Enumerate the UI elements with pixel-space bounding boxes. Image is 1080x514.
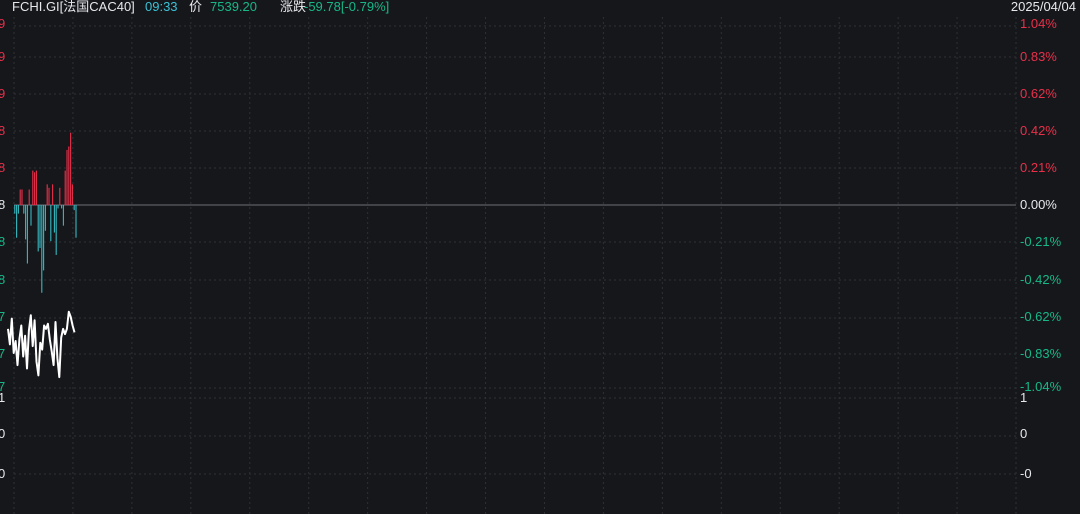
- pct-axis-label: 0.21%: [1020, 160, 1057, 175]
- volume-axis-label: 0: [1020, 426, 1028, 441]
- pct-axis-label: 0.00%: [1020, 197, 1057, 212]
- price-axis-label: 8: [0, 197, 6, 212]
- pct-axis-label: 0.42%: [1020, 123, 1057, 138]
- price-axis-label: 9: [0, 49, 6, 64]
- price-axis-label: 7: [0, 346, 6, 361]
- price-line: [7, 310, 76, 379]
- pct-axis-label: -0.42%: [1020, 272, 1062, 287]
- volume-axis-label: -0: [1020, 466, 1032, 481]
- pct-axis-label: 0.62%: [1020, 86, 1057, 101]
- intraday-chart[interactable]: [0, 0, 1080, 514]
- volume-axis-label: 0: [0, 426, 6, 441]
- pct-axis-label: -0.62%: [1020, 309, 1062, 324]
- volume-axis-label: 0: [0, 466, 6, 481]
- price-axis-label: 9: [0, 86, 6, 101]
- pct-axis-label: -0.21%: [1020, 234, 1062, 249]
- price-axis-label: 8: [0, 160, 6, 175]
- price-axis-label: 8: [0, 123, 6, 138]
- price-axis-label: 7: [0, 309, 6, 324]
- change-bars: [14, 132, 77, 293]
- volume-axis-label: 1: [0, 390, 6, 405]
- price-axis-label: 9: [0, 16, 6, 31]
- price-axis-label: 8: [0, 272, 6, 287]
- price-axis-label: 8: [0, 234, 6, 249]
- pct-axis-label: 0.83%: [1020, 49, 1057, 64]
- chart-grid: [13, 17, 1017, 514]
- pct-axis-label: 1.04%: [1020, 16, 1057, 31]
- volume-axis-label: 1: [1020, 390, 1028, 405]
- pct-axis-label: -0.83%: [1020, 346, 1062, 361]
